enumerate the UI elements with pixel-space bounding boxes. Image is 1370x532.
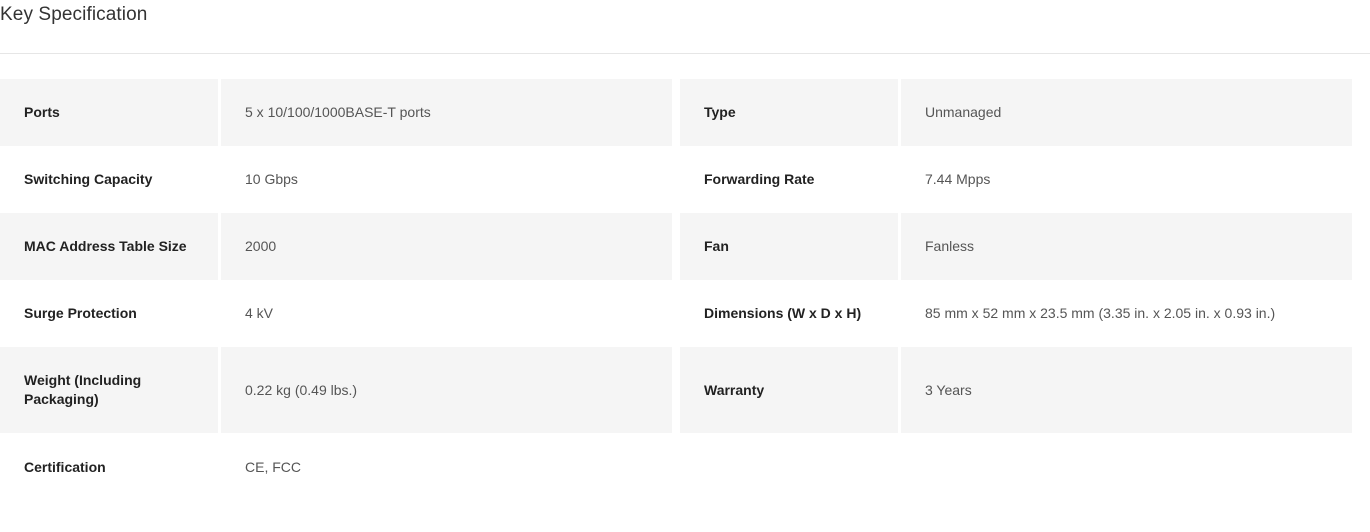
spec-item: Fan Fanless [680,213,1352,280]
spec-label: Forwarding Rate [680,146,898,213]
spec-value: 5 x 10/100/1000BASE-T ports [221,79,672,146]
spec-value-empty [901,433,1352,501]
section-header: Key Specification [0,0,1370,54]
spec-value: 2000 [221,213,672,280]
spec-item: Certification CE, FCC [0,433,672,501]
spec-label: Certification [0,433,218,501]
spec-item: Warranty 3 Years [680,347,1352,433]
spec-item: Type Unmanaged [680,79,1352,146]
spec-label: Dimensions (W x D x H) [680,280,898,347]
page-title: Key Specification [0,4,148,25]
spec-value: CE, FCC [221,433,672,501]
spec-label: Surge Protection [0,280,218,347]
spec-row: Switching Capacity 10 Gbps Forwarding Ra… [0,146,1352,213]
spec-label: Weight (Including Packaging) [0,347,218,433]
spec-row: Ports 5 x 10/100/1000BASE-T ports Type U… [0,79,1352,146]
spec-value: 0.22 kg (0.49 lbs.) [221,347,672,433]
spec-row: MAC Address Table Size 2000 Fan Fanless [0,213,1352,280]
spec-value: 7.44 Mpps [901,146,1352,213]
spec-table: Ports 5 x 10/100/1000BASE-T ports Type U… [0,79,1352,501]
spec-item: MAC Address Table Size 2000 [0,213,672,280]
spec-label: Ports [0,79,218,146]
spec-value: 10 Gbps [221,146,672,213]
spec-value: Fanless [901,213,1352,280]
spec-row: Certification CE, FCC [0,433,1352,501]
spec-item: Forwarding Rate 7.44 Mpps [680,146,1352,213]
spec-label: Warranty [680,347,898,433]
spec-label: Switching Capacity [0,146,218,213]
spec-item: Dimensions (W x D x H) 85 mm x 52 mm x 2… [680,280,1352,347]
spec-label: Fan [680,213,898,280]
spec-label: Type [680,79,898,146]
spec-value: Unmanaged [901,79,1352,146]
spec-item: Weight (Including Packaging) 0.22 kg (0.… [0,347,672,433]
spec-label: MAC Address Table Size [0,213,218,280]
spec-value: 85 mm x 52 mm x 23.5 mm (3.35 in. x 2.05… [901,280,1352,347]
spec-value: 4 kV [221,280,672,347]
spec-item: Ports 5 x 10/100/1000BASE-T ports [0,79,672,146]
spec-label-empty [680,433,898,501]
spec-value: 3 Years [901,347,1352,433]
spec-item-empty [680,433,1352,501]
spec-row: Surge Protection 4 kV Dimensions (W x D … [0,280,1352,347]
spec-item: Switching Capacity 10 Gbps [0,146,672,213]
spec-item: Surge Protection 4 kV [0,280,672,347]
spec-row: Weight (Including Packaging) 0.22 kg (0.… [0,347,1352,433]
